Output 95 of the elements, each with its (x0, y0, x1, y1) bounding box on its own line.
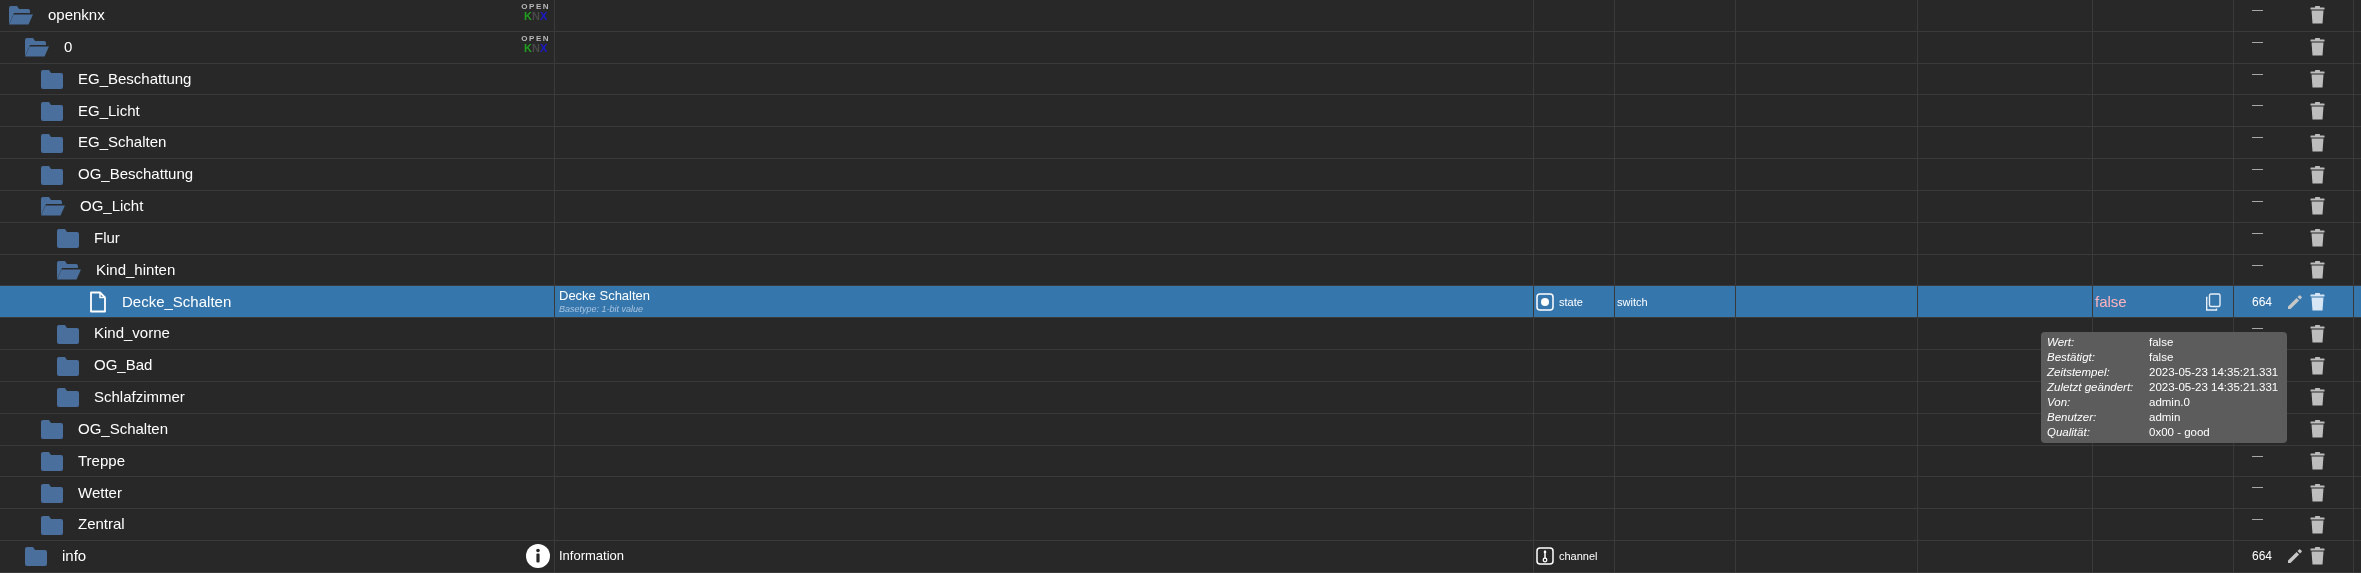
dash-text: — (2252, 129, 2264, 145)
openknx-logo: OPEN KNX (521, 34, 550, 54)
dash-text: — (2252, 97, 2264, 113)
tooltip-value: 0x00 - good (2149, 425, 2211, 440)
tree-item-label[interactable]: OG_Beschattung (78, 163, 194, 186)
basetype-label: Basetype: 1-bit value (559, 304, 644, 316)
dash-text: — (2252, 192, 2264, 208)
trash-icon (2310, 101, 2325, 120)
trash-icon (2310, 261, 2325, 280)
trash-icon (2310, 388, 2325, 407)
delete-button[interactable] (2310, 324, 2325, 343)
trash-icon (2310, 420, 2325, 439)
delete-button[interactable] (2310, 6, 2325, 25)
tree-item-label[interactable]: OG_Schalten (78, 417, 169, 441)
tooltip-value: false (2149, 335, 2175, 350)
dash-text: — (2252, 224, 2264, 240)
tree-item-label[interactable]: EG_Schalten (78, 131, 167, 154)
delete-button[interactable] (2310, 38, 2325, 57)
delete-button[interactable] (2310, 356, 2325, 375)
role-label: channel (1559, 549, 1598, 565)
tooltip-label: Zeitstempel: (2047, 365, 2111, 380)
tooltip-label: Benutzer: (2047, 410, 2098, 425)
dash-text: — (2252, 161, 2264, 177)
tooltip-value: 2023-05-23 14:35:21.331 (2149, 380, 2280, 395)
trash-icon (2310, 197, 2325, 216)
delete-button[interactable] (2310, 452, 2325, 470)
trash-icon (2310, 165, 2325, 184)
delete-button[interactable] (2310, 197, 2325, 216)
object-description: Decke Schalten (559, 288, 651, 305)
delete-button[interactable] (2310, 101, 2325, 120)
value-text: false (2095, 291, 2127, 312)
trash-icon (2310, 292, 2325, 311)
tree-item-label[interactable]: Kind_vorne (94, 322, 170, 345)
tree-item-label[interactable]: EG_Licht (78, 99, 140, 123)
tree-item-label[interactable]: Zentral (78, 513, 125, 536)
tree-item-label[interactable]: 0 (64, 36, 73, 59)
tree-item-label[interactable]: info (62, 545, 87, 568)
trash-icon (2310, 547, 2325, 566)
dash-text: — (2252, 2, 2264, 17)
tree-item-label[interactable]: Schlafzimmer (94, 386, 185, 409)
file-icon (88, 290, 108, 313)
delete-button[interactable] (2310, 292, 2325, 311)
trash-icon (2310, 38, 2325, 57)
dash-text: — (2252, 33, 2264, 49)
delete-button[interactable] (2310, 261, 2325, 280)
dash-text: — (2252, 447, 2264, 463)
dash-text: — (2252, 256, 2264, 272)
delete-button[interactable] (2310, 388, 2325, 407)
trash-icon (2310, 133, 2325, 152)
tooltip-label: Wert: (2047, 335, 2076, 350)
tooltip-label: Qualität: (2047, 425, 2091, 440)
trash-icon (2310, 515, 2325, 534)
tree-item-label[interactable]: Flur (94, 226, 120, 250)
openknx-logo: OPEN KNX (521, 3, 550, 22)
delete-button[interactable] (2310, 547, 2325, 566)
trash-icon (2310, 452, 2325, 470)
delete-button[interactable] (2310, 165, 2325, 184)
trash-icon (2310, 229, 2325, 248)
type-label: switch (1617, 294, 1648, 310)
dash-text: — (2252, 511, 2264, 527)
dash-text: — (2252, 479, 2264, 495)
trash-icon (2310, 324, 2325, 343)
tooltip-label: Von: (2047, 395, 2072, 410)
id-number: 664 (2252, 548, 2274, 566)
dash-text: — (2252, 320, 2264, 336)
delete-button[interactable] (2310, 70, 2325, 89)
tree-item-label[interactable]: Wetter (78, 481, 122, 505)
delete-button[interactable] (2310, 515, 2325, 534)
tooltip-label: Zuletzt geändert: (2047, 380, 2135, 395)
trash-icon (2310, 356, 2325, 375)
trash-icon (2310, 6, 2325, 25)
delete-button[interactable] (2310, 420, 2325, 439)
pin-icon (1536, 547, 1554, 566)
tree-item-label[interactable]: Decke_Schalten (122, 290, 232, 314)
object-description: Information (559, 548, 625, 565)
tooltip-value: admin (2149, 410, 2182, 425)
tooltip-value: admin.0 (2149, 395, 2191, 410)
trash-icon (2310, 70, 2325, 89)
tree-item-label[interactable]: OG_Bad (94, 354, 153, 377)
id-number: 664 (2252, 293, 2274, 311)
tooltip-label: Bestätigt: (2047, 350, 2096, 365)
tree-item-label[interactable]: openknx (48, 4, 105, 27)
dash-text: — (2252, 65, 2264, 81)
tooltip-value: false (2149, 350, 2175, 365)
tooltip-value: 2023-05-23 14:35:21.331 (2149, 365, 2280, 380)
delete-button[interactable] (2310, 483, 2325, 502)
tree-item-label[interactable]: EG_Beschattung (78, 67, 192, 91)
tree-item-label[interactable]: OG_Licht (80, 195, 144, 218)
delete-button[interactable] (2310, 229, 2325, 248)
trash-icon (2310, 483, 2325, 502)
delete-button[interactable] (2310, 133, 2325, 152)
tree-item-label[interactable]: Kind_hinten (96, 258, 176, 282)
tree-item-label[interactable]: Treppe (78, 449, 125, 473)
selected-row[interactable]: Decke_Schalten Decke Schalten Basetype: 1-bit value state switch false 664 (0, 286, 2361, 319)
role-label: state (1559, 294, 1583, 310)
